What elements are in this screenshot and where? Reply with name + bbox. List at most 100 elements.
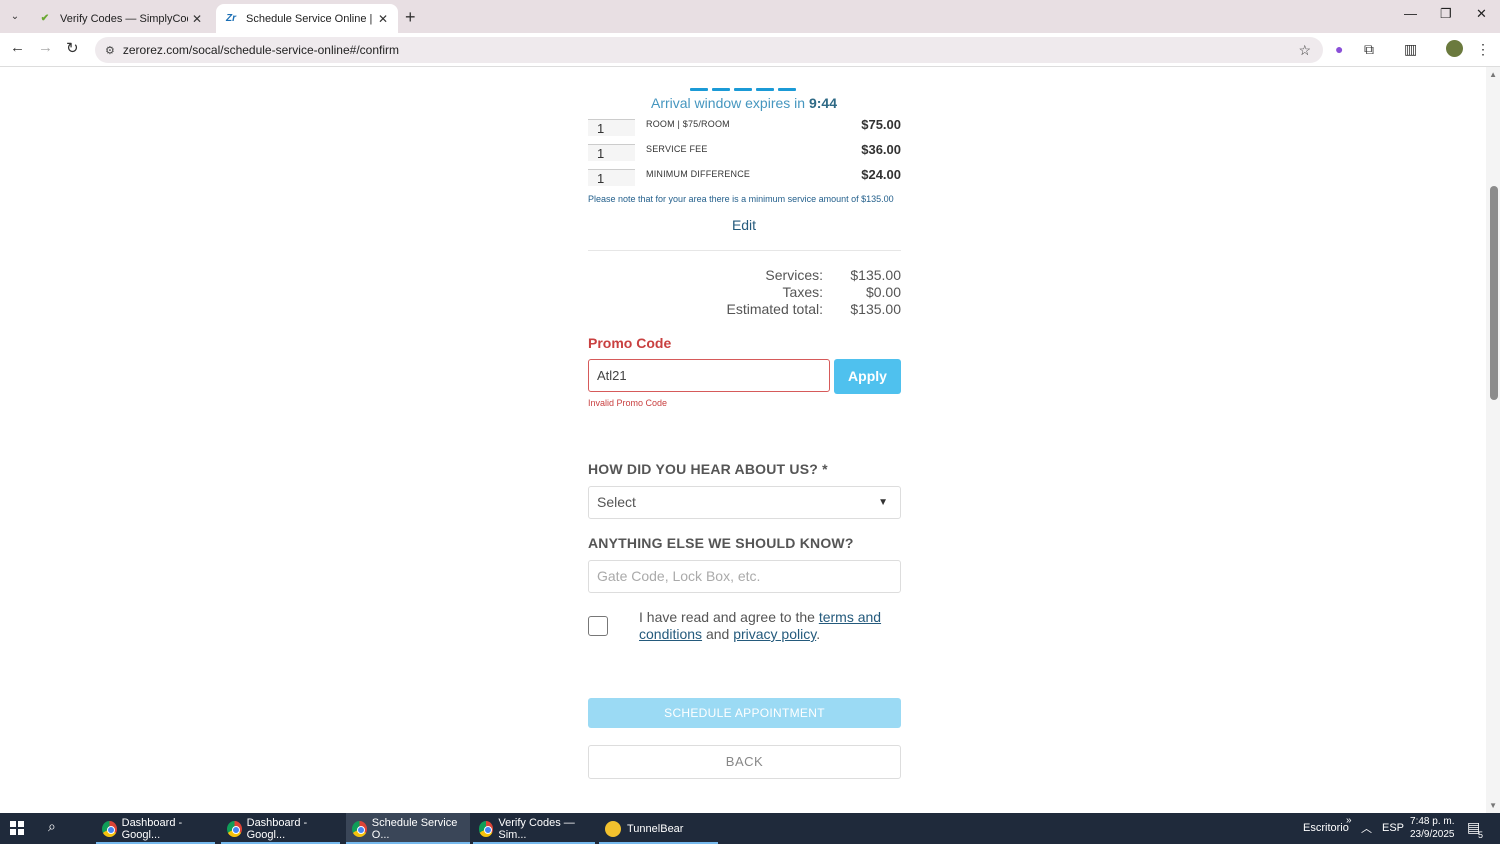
item-price: $24.00	[861, 167, 901, 182]
taskbar-item-dashboard-1[interactable]: Dashboard - Googl...	[96, 813, 215, 844]
taskbar-item-label: TunnelBear	[627, 822, 684, 835]
taskbar-item-label: Dashboard - Googl...	[121, 816, 183, 841]
restore-icon[interactable]: ❐	[1440, 6, 1452, 22]
agree-prefix: I have read and agree to the	[639, 609, 815, 625]
tunnelbear-icon	[605, 820, 621, 837]
back-button[interactable]: BACK	[588, 745, 901, 779]
page-scrollbar[interactable]	[1486, 67, 1500, 813]
divider	[588, 250, 901, 251]
tab-title: Verify Codes — SimplyCodes	[60, 12, 188, 25]
anything-else-input[interactable]: Gate Code, Lock Box, etc.	[588, 560, 901, 593]
back-arrow-icon[interactable]: ←	[10, 39, 25, 56]
search-icon[interactable]: ⌕	[48, 818, 56, 835]
progress-steps	[690, 88, 796, 91]
windows-taskbar: ⌕ Dashboard - Googl... Dashboard - Googl…	[0, 813, 1500, 844]
reload-icon[interactable]: ↻	[66, 39, 79, 57]
services-summary-row: Services: $135.00	[588, 267, 901, 284]
scrollbar-thumb[interactable]	[1490, 186, 1498, 400]
promo-error-message: Invalid Promo Code	[588, 398, 668, 408]
taskbar-item-dashboard-2[interactable]: Dashboard - Googl...	[221, 813, 340, 844]
windows-start-icon[interactable]	[10, 821, 24, 835]
desktop-label[interactable]: Escritorio	[1303, 822, 1349, 834]
tab-list-chevron-icon[interactable]: ⌄	[5, 6, 25, 26]
line-item: 1 SERVICE FEE $36.00	[588, 142, 901, 162]
line-item: 1 ROOM | $75/ROOM $75.00	[588, 117, 901, 137]
quantity-field[interactable]: 1	[588, 119, 635, 136]
hear-about-select[interactable]: Select ▼	[588, 486, 901, 519]
privacy-link[interactable]: privacy policy	[733, 626, 816, 642]
extension-circle-icon[interactable]: ●	[1335, 41, 1343, 57]
tab-schedule-service[interactable]: Zr Schedule Service Online | SoCal ✕	[216, 4, 398, 33]
simplycodes-favicon-icon: ✔	[40, 13, 50, 24]
item-name: SERVICE FEE	[646, 144, 708, 154]
chrome-icon	[352, 820, 367, 837]
total-value: $135.00	[850, 301, 901, 317]
chrome-icon	[102, 820, 117, 837]
hear-about-label: HOW DID YOU HEAR ABOUT US? *	[588, 461, 828, 477]
taskbar-item-label: Schedule Service O...	[371, 816, 458, 841]
arrival-window-timer: Arrival window expires in 9:44	[588, 95, 900, 111]
services-value: $135.00	[850, 267, 901, 283]
edit-link[interactable]: Edit	[588, 217, 900, 233]
schedule-appointment-button[interactable]: SCHEDULE APPOINTMENT	[588, 698, 901, 728]
address-bar[interactable]: ⚙ zerorez.com/socal/schedule-service-onl…	[95, 37, 1323, 63]
total-summary-row: Estimated total: $135.00	[588, 301, 902, 318]
promo-code-input[interactable]: Atl21	[588, 359, 830, 392]
notification-count: 5	[1478, 830, 1484, 840]
menu-dots-icon[interactable]: ⋮	[1476, 41, 1490, 58]
reading-mode-icon[interactable]: ▥	[1404, 41, 1417, 58]
bookmark-star-icon[interactable]: ☆	[1298, 42, 1311, 59]
minimize-icon[interactable]: —	[1404, 6, 1417, 21]
scroll-up-arrow-icon[interactable]: ▲	[1489, 70, 1497, 79]
language-indicator[interactable]: ESP	[1382, 822, 1404, 834]
item-name: ROOM | $75/ROOM	[646, 119, 730, 129]
minimum-service-note: Please note that for your area there is …	[588, 194, 894, 204]
taskbar-item-label: Verify Codes — Sim...	[498, 816, 575, 841]
close-tab-icon[interactable]: ✕	[374, 12, 392, 26]
line-item: 1 MINIMUM DIFFERENCE $24.00	[588, 167, 901, 187]
taxes-value: $0.00	[865, 284, 901, 300]
new-tab-plus-icon[interactable]: +	[405, 7, 416, 28]
total-label: Estimated total:	[726, 301, 824, 317]
taskbar-item-label: Dashboard - Googl...	[246, 816, 308, 841]
browser-toolbar: ← → ↻ ⚙ zerorez.com/socal/schedule-servi…	[0, 33, 1500, 67]
agree-suffix: .	[816, 626, 821, 642]
tray-chevron-up-icon[interactable]: ︿	[1361, 820, 1372, 836]
tab-title: Schedule Service Online | SoCal	[246, 12, 374, 25]
scroll-down-arrow-icon[interactable]: ▼	[1489, 801, 1497, 810]
zerorez-favicon-icon: Zr	[226, 13, 236, 24]
apply-promo-button[interactable]: Apply	[834, 359, 901, 394]
taskbar-item-schedule-service[interactable]: Schedule Service O...	[346, 813, 470, 844]
system-clock[interactable]: 7:48 p. m. 23/9/2025	[1410, 815, 1455, 841]
clock-date: 23/9/2025	[1410, 829, 1455, 840]
quantity-field[interactable]: 1	[588, 144, 635, 161]
services-label: Services:	[765, 267, 823, 283]
double-chevron-icon[interactable]: »	[1346, 815, 1352, 826]
promo-code-label: Promo Code	[588, 335, 672, 351]
anything-else-label: ANYTHING ELSE WE SHOULD KNOW?	[588, 535, 854, 551]
forward-arrow-icon[interactable]: →	[38, 39, 53, 56]
close-window-icon[interactable]: ✕	[1476, 6, 1487, 22]
agree-checkbox[interactable]	[588, 616, 608, 636]
timer-label: Arrival window expires in	[651, 95, 806, 111]
taskbar-item-verify-codes[interactable]: Verify Codes — Sim...	[473, 813, 595, 844]
chevron-down-icon: ▼	[878, 497, 888, 508]
clock-time: 7:48 p. m.	[1410, 816, 1455, 827]
site-info-icon[interactable]: ⚙	[105, 44, 115, 57]
tab-verify-codes[interactable]: ✔ Verify Codes — SimplyCodes ✕	[30, 4, 212, 33]
quantity-field[interactable]: 1	[588, 169, 635, 186]
agree-middle: and	[705, 626, 730, 642]
extensions-puzzle-icon[interactable]: ⧉	[1364, 41, 1374, 58]
taxes-label: Taxes:	[782, 284, 823, 300]
item-price: $75.00	[861, 117, 901, 132]
url-text: zerorez.com/socal/schedule-service-onlin…	[122, 43, 399, 57]
chrome-icon	[479, 820, 494, 837]
timer-value: 9:44	[808, 95, 837, 111]
select-value: Select	[597, 494, 636, 510]
page-content: Arrival window expires in 9:44 1 ROOM | …	[0, 67, 1486, 813]
profile-avatar[interactable]	[1446, 40, 1463, 57]
close-tab-icon[interactable]: ✕	[188, 12, 206, 26]
taskbar-item-tunnelbear[interactable]: TunnelBear	[599, 813, 718, 844]
browser-tab-bar: ⌄ ✔ Verify Codes — SimplyCodes ✕ Zr Sche…	[0, 0, 1500, 33]
agree-text: I have read and agree to the terms and c…	[639, 609, 901, 643]
